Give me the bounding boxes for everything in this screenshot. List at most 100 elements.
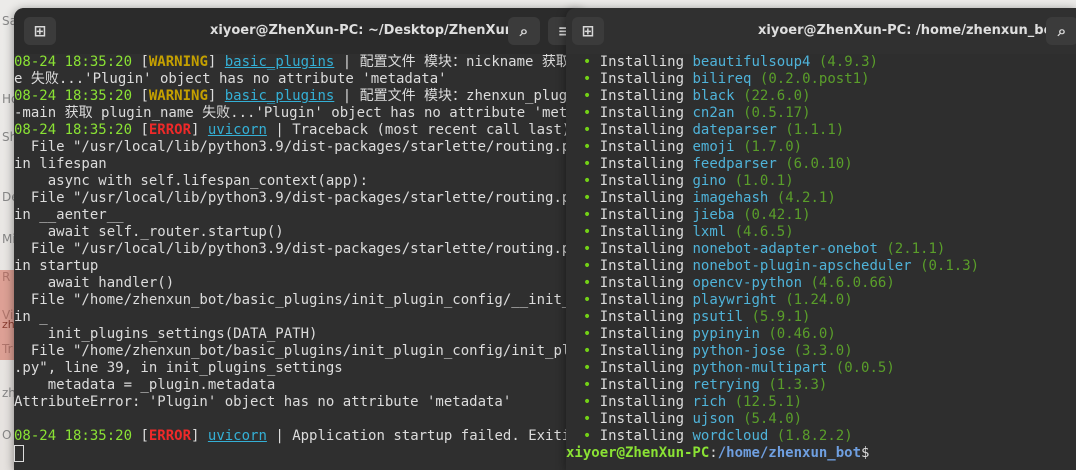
new-tab-icon[interactable]: ⊞: [572, 17, 604, 45]
install-line: • Installing wordcloud (1.8.2.2): [566, 428, 1076, 445]
terminal-text: File "/usr/local/lib/python3.9/dist-pack…: [14, 139, 584, 155]
package-version: (4.2.1): [776, 190, 836, 206]
install-line: • Installing playwright (1.24.0): [566, 292, 1076, 309]
package-version: (4.6.0.66): [810, 275, 895, 291]
install-line: • Installing nonebot-adapter-onebot (2.1…: [566, 241, 1076, 258]
terminal-line: in startup: [14, 258, 584, 275]
install-text: Installing: [599, 360, 685, 376]
prompt-symbol: $: [861, 445, 870, 461]
install-line: • Installing retrying (1.3.3): [566, 377, 1076, 394]
install-line: • Installing nonebot-plugin-apscheduler …: [566, 258, 1076, 275]
install-line: • Installing feedparser (6.0.10): [566, 156, 1076, 173]
terminal-line: async with self.lifespan_context(app):: [14, 173, 584, 190]
package-version: (1.7.0): [743, 139, 803, 155]
install-line: • Installing gino (1.0.1): [566, 173, 1076, 190]
terminal-text: ]: [207, 54, 225, 70]
terminal-line: in __aenter__: [14, 207, 584, 224]
terminal-output-right[interactable]: • Installing beautifulsoup4 (4.9.3) • In…: [566, 54, 1076, 470]
terminal-text: [: [140, 122, 149, 138]
terminal-text: in _: [14, 309, 48, 325]
prompt-sep: :: [709, 445, 718, 461]
terminal-text: uvicorn: [207, 428, 267, 444]
terminal-text: AttributeError: 'Plugin' object has no a…: [14, 394, 512, 410]
install-text: Installing: [599, 88, 685, 104]
window-title: xiyoer@ZhenXun-PC: /home/zhenxun_bot: [758, 23, 1059, 38]
install-text: Installing: [599, 190, 685, 206]
install-text: Installing: [599, 54, 685, 70]
package-name: dateparser: [692, 122, 777, 138]
package-version: (22.6.0): [743, 88, 811, 104]
package-name: python-jose: [692, 343, 786, 359]
install-line: • Installing opencv-python (4.6.0.66): [566, 275, 1076, 292]
package-name: bilireq: [692, 71, 752, 87]
terminal-output-left[interactable]: 08-24 18:35:20 [WARNING] basic_plugins |…: [14, 54, 584, 470]
terminal-text: ERROR: [148, 122, 192, 138]
terminal-line: 08-24 18:35:20 [WARNING] basic_plugins |…: [14, 54, 584, 71]
install-text: Installing: [599, 428, 685, 444]
terminal-window-left[interactable]: ⊞ xiyoer@ZhenXun-PC: ~/Desktop/ZhenXun ⌕…: [14, 8, 584, 470]
install-text: Installing: [599, 105, 685, 121]
terminal-text: | 配置文件 模块：nickname 获取 plugin_nam: [342, 54, 584, 70]
install-line: • Installing psutil (5.9.1): [566, 309, 1076, 326]
terminal-text: in __aenter__: [14, 207, 124, 223]
terminal-text: .py", line 39, in init_plugins_settings: [14, 360, 343, 376]
install-line: • Installing python-jose (3.3.0): [566, 343, 1076, 360]
package-version: (1.24.0): [785, 292, 853, 308]
terminal-text: await self._router.startup(): [14, 224, 284, 240]
terminal-text: init_plugins_settings(DATA_PATH): [14, 326, 318, 342]
install-text: Installing: [599, 343, 685, 359]
shell-prompt[interactable]: xiyoer@ZhenXun-PC:/home/zhenxun_bot$: [566, 445, 1076, 462]
terminal-window-right[interactable]: ⊞ xiyoer@ZhenXun-PC: /home/zhenxun_bot ⌕…: [566, 8, 1076, 470]
install-line: • Installing lxml (4.6.5): [566, 224, 1076, 241]
install-line: • Installing ujson (5.4.0): [566, 411, 1076, 428]
package-version: (6.0.10): [785, 156, 853, 172]
terminal-text: ERROR: [148, 428, 192, 444]
terminal-line: AttributeError: 'Plugin' object has no a…: [14, 394, 584, 411]
install-line: • Installing rich (12.5.1): [566, 394, 1076, 411]
terminal-line: await self._router.startup(): [14, 224, 584, 241]
install-text: Installing: [599, 394, 685, 410]
terminal-text: | Traceback (most recent call last):: [266, 122, 579, 138]
terminal-text: [: [140, 88, 149, 104]
terminal-line: File "/home/zhenxun_bot/basic_plugins/in…: [14, 343, 584, 360]
package-name: ujson: [692, 411, 735, 427]
package-name: psutil: [692, 309, 744, 325]
terminal-line: 08-24 18:35:20 [ERROR] uvicorn | Traceba…: [14, 122, 584, 139]
install-text: Installing: [599, 241, 685, 257]
install-line: • Installing jieba (0.42.1): [566, 207, 1076, 224]
install-text: Installing: [599, 326, 685, 342]
package-version: (3.3.0): [793, 343, 853, 359]
package-version: (0.2.0.post1): [759, 71, 870, 87]
package-version: (0.1.3): [920, 258, 980, 274]
package-name: retrying: [692, 377, 760, 393]
terminal-text: | 配置文件 模块：zhenxun_plugin_: [334, 88, 584, 104]
titlebar-left[interactable]: ⊞ xiyoer@ZhenXun-PC: ~/Desktop/ZhenXun ⌕…: [14, 8, 584, 54]
terminal-text: ]: [191, 428, 208, 444]
package-name: beautifulsoup4: [692, 54, 811, 70]
install-text: Installing: [599, 224, 685, 240]
terminal-text: ]: [191, 122, 208, 138]
titlebar-right[interactable]: ⊞ xiyoer@ZhenXun-PC: /home/zhenxun_bot ⌕: [566, 8, 1076, 54]
package-name: playwright: [692, 292, 777, 308]
terminal-text: | Application startup failed. Exiting.: [266, 428, 584, 444]
package-version: (0.42.1): [743, 207, 811, 223]
terminal-line: File "/usr/local/lib/python3.9/dist-pack…: [14, 139, 584, 156]
terminal-text: uvicorn: [207, 122, 267, 138]
terminal-text: WARNING: [148, 88, 208, 104]
terminal-text: basic_plugins: [224, 54, 335, 70]
install-line: • Installing beautifulsoup4 (4.9.3): [566, 54, 1076, 71]
package-name: nonebot-adapter-onebot: [692, 241, 878, 257]
install-line: • Installing pypinyin (0.46.0): [566, 326, 1076, 343]
package-version: (4.9.3): [818, 54, 878, 70]
prompt-path: /home/zhenxun_bot: [717, 445, 862, 461]
terminal-line: File "/home/zhenxun_bot/basic_plugins/in…: [14, 292, 584, 309]
install-text: Installing: [599, 411, 685, 427]
terminal-line: -main 获取 plugin_name 失败...'Plugin' objec…: [14, 105, 584, 122]
search-icon[interactable]: ⌕: [1046, 17, 1076, 45]
package-name: cn2an: [692, 105, 735, 121]
package-version: (0.5.17): [743, 105, 811, 121]
window-title: xiyoer@ZhenXun-PC: ~/Desktop/ZhenXun: [210, 23, 515, 38]
new-tab-icon[interactable]: ⊞: [24, 17, 56, 45]
search-icon[interactable]: ⌕: [508, 17, 540, 45]
terminal-line: 08-24 18:35:20 [WARNING] basic_plugins |…: [14, 88, 584, 105]
